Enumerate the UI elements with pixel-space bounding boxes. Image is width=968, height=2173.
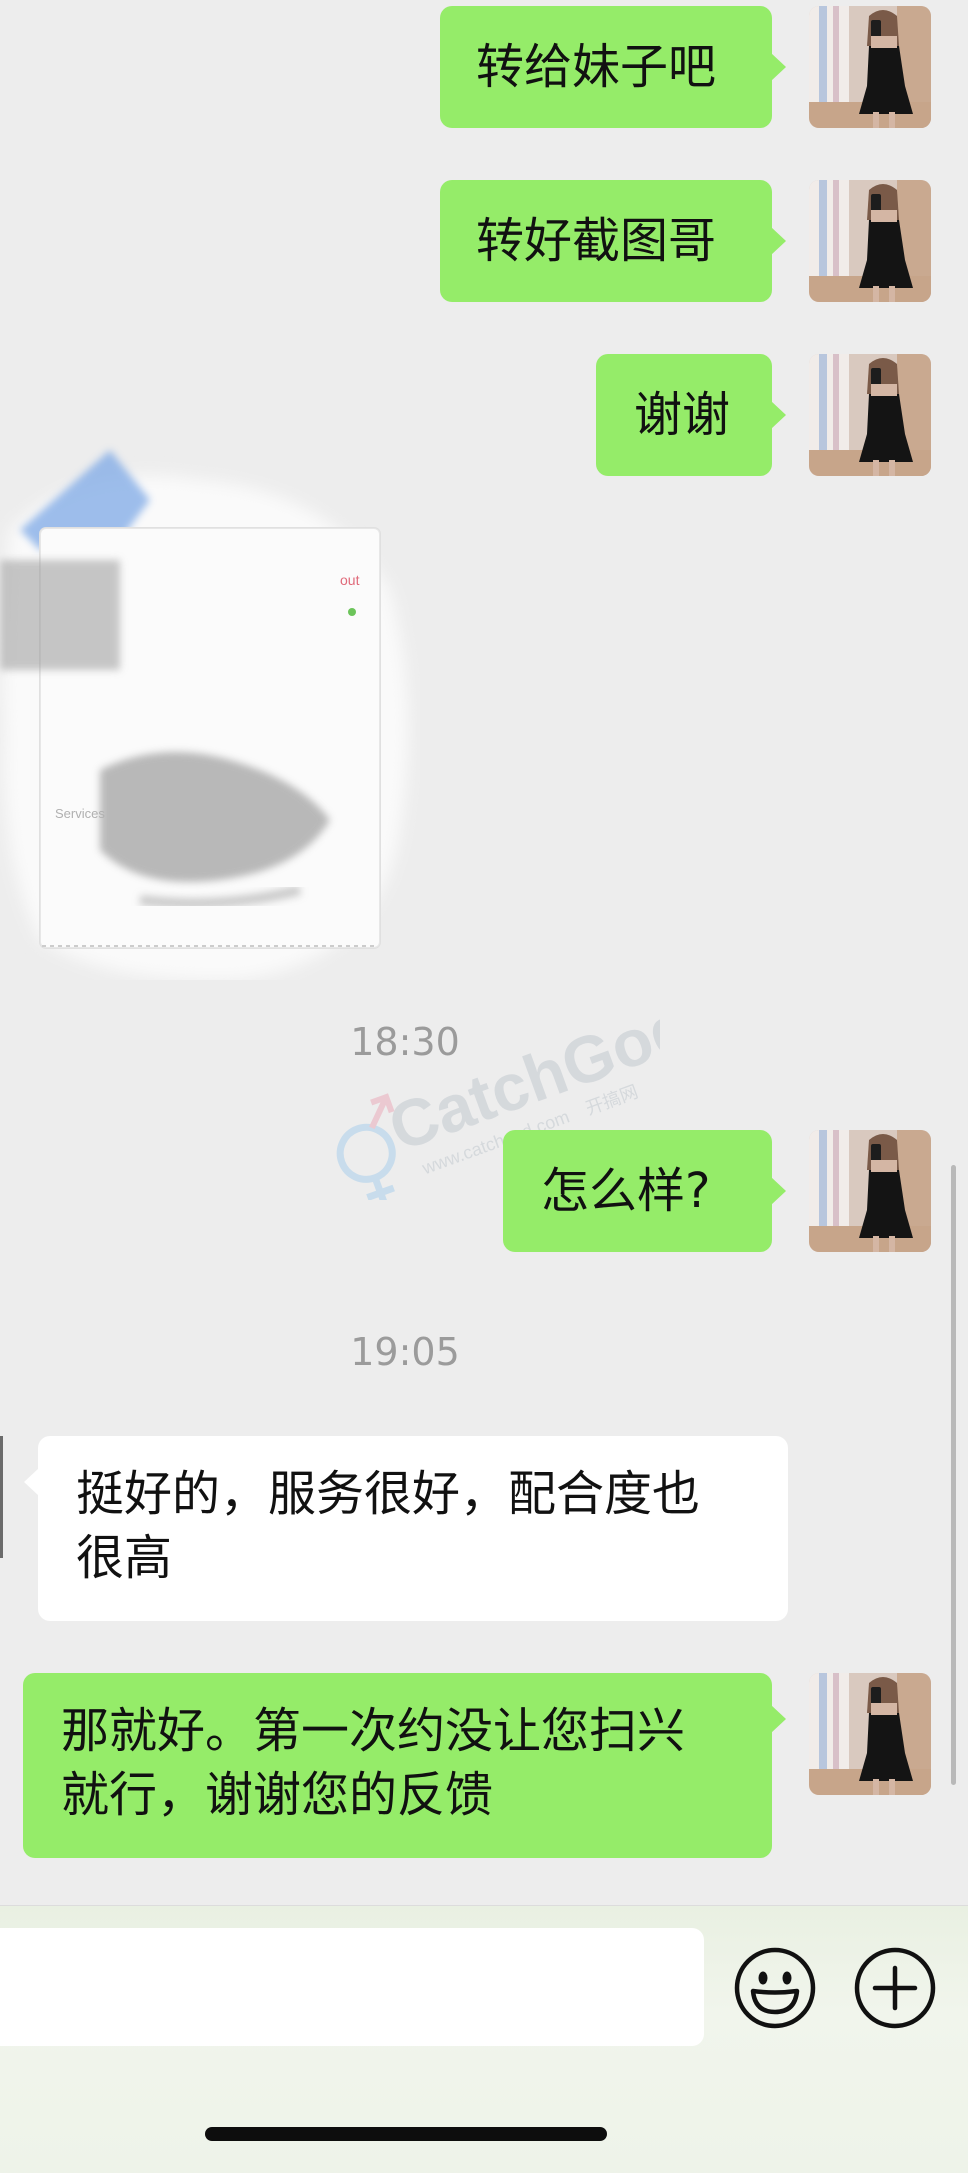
smiley-face-icon xyxy=(734,1947,816,2029)
message-bubble-sent[interactable]: 谢谢 xyxy=(596,354,786,476)
message-text: 转好截图哥 xyxy=(476,213,717,269)
my-avatar[interactable] xyxy=(809,6,931,128)
home-indicator[interactable] xyxy=(205,2127,607,2141)
avatar-photo-icon xyxy=(809,354,931,476)
contact-avatar[interactable] xyxy=(0,1436,3,1558)
message-input[interactable] xyxy=(0,1928,704,2046)
message-text: 谢谢 xyxy=(634,387,731,443)
avatar-photo-icon xyxy=(809,6,931,128)
timestamp: 18:30 xyxy=(350,1020,460,1064)
emoji-button[interactable] xyxy=(733,1946,817,2030)
plus-circle-icon xyxy=(854,1947,936,2029)
message-bubble-sent[interactable]: 转好截图哥 xyxy=(440,180,786,302)
chat-scrollbar[interactable] xyxy=(951,1165,956,1785)
chat-area[interactable]: 转给妹子吧 转好截图哥 谢谢 out Services 18:30 CatchG… xyxy=(0,0,968,1905)
message-text-line: 就行，谢谢您的反馈 xyxy=(61,1767,494,1823)
avatar-photo-icon xyxy=(809,1673,931,1795)
message-text-line: 挺好的，服务很好，配合度也 xyxy=(76,1466,701,1522)
blurred-screenshot-image: out Services xyxy=(0,450,408,981)
my-avatar[interactable] xyxy=(809,1130,931,1252)
my-avatar[interactable] xyxy=(809,180,931,302)
message-text-line: 那就好。第一次约没让您扫兴 xyxy=(61,1703,686,1759)
message-text: 转给妹子吧 xyxy=(476,39,717,95)
avatar-photo-icon xyxy=(809,1130,931,1252)
watermark-cn-name: 开搞网 xyxy=(583,1081,641,1119)
message-bubble-received[interactable]: 挺好的，服务很好，配合度也 很高 xyxy=(24,1436,788,1621)
message-text: 怎么样? xyxy=(541,1163,711,1219)
input-bar xyxy=(0,1905,968,2173)
message-text-line: 很高 xyxy=(76,1530,173,1586)
plus-button[interactable] xyxy=(853,1946,937,2030)
message-bubble-sent[interactable]: 怎么样? xyxy=(503,1130,786,1252)
my-avatar[interactable] xyxy=(809,1673,931,1795)
message-bubble-sent[interactable]: 那就好。第一次约没让您扫兴 就行，谢谢您的反馈 xyxy=(23,1673,786,1858)
image-services-label: Services xyxy=(55,806,105,821)
my-avatar[interactable] xyxy=(809,354,931,476)
timestamp: 19:05 xyxy=(350,1330,460,1374)
image-out-label: out xyxy=(340,572,360,588)
avatar-photo-icon xyxy=(809,180,931,302)
message-bubble-sent[interactable]: 转给妹子吧 xyxy=(440,6,786,128)
image-message[interactable]: out Services xyxy=(0,440,420,981)
